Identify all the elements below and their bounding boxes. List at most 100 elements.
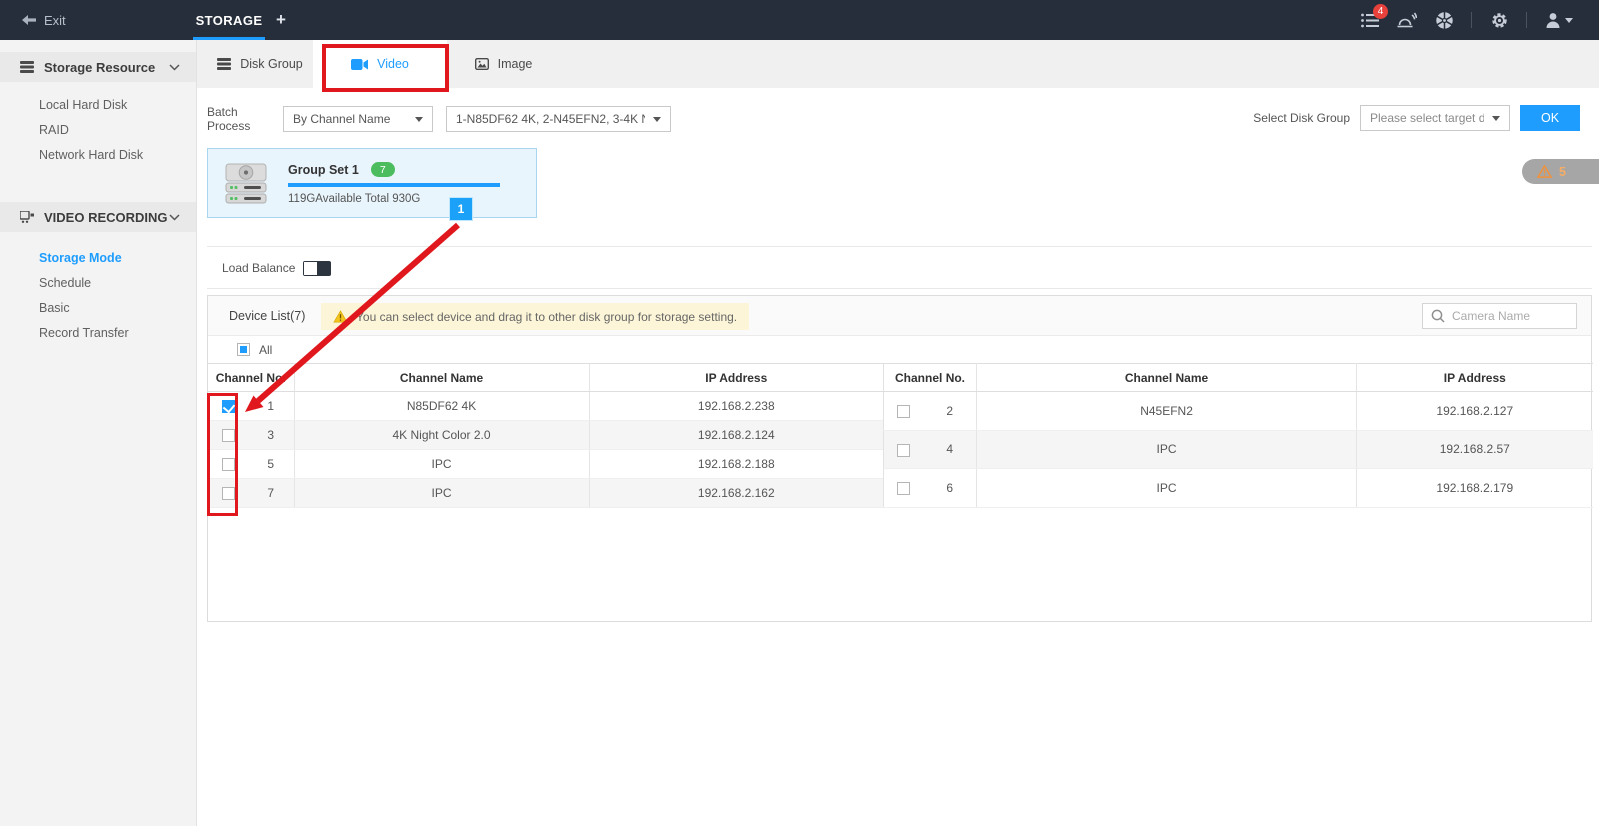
user-menu-button[interactable] bbox=[1544, 10, 1574, 30]
table-row[interactable]: 1 N85DF62 4K 192.168.2.238 bbox=[208, 392, 883, 421]
tab-label: Image bbox=[498, 57, 533, 71]
camera-search-box[interactable] bbox=[1422, 303, 1577, 329]
topbar-separator bbox=[1471, 12, 1472, 28]
device-list-header: Device List(7) You can select device and… bbox=[208, 296, 1591, 336]
column-header-channel-no: Channel No. bbox=[208, 364, 294, 392]
column-header-channel-name: Channel Name bbox=[977, 364, 1357, 392]
add-tab-button[interactable]: + bbox=[276, 0, 286, 40]
drag-count-badge: 1 bbox=[450, 198, 472, 220]
batch-process-label: Batch Process bbox=[207, 105, 283, 133]
channel-no: 1 bbox=[248, 392, 294, 421]
sidebar-section-video-recording[interactable]: VIDEO RECORDING bbox=[0, 202, 196, 232]
table-row[interactable]: 4 IPC 192.168.2.57 bbox=[884, 430, 1593, 469]
warning-triangle-icon bbox=[333, 310, 348, 323]
channel-name: IPC bbox=[294, 450, 589, 479]
topbar-separator bbox=[1526, 12, 1527, 28]
row-checkbox[interactable] bbox=[897, 444, 910, 457]
batch-mode-value: By Channel Name bbox=[293, 112, 390, 126]
channel-name: IPC bbox=[977, 430, 1357, 469]
row-checkbox[interactable] bbox=[897, 482, 910, 495]
exit-button[interactable]: Exit bbox=[22, 0, 66, 40]
disk-group-tab-icon bbox=[217, 58, 231, 70]
channel-tables: Channel No. Channel Name IP Address 1 N8… bbox=[208, 363, 1591, 508]
maintenance-wheel-button[interactable] bbox=[1434, 10, 1454, 30]
ok-button[interactable]: OK bbox=[1520, 105, 1580, 131]
exit-label: Exit bbox=[44, 13, 66, 28]
storage-tab-label: STORAGE bbox=[196, 13, 263, 28]
top-bar: Exit STORAGE + 4 bbox=[0, 0, 1599, 40]
capacity-text: 119GAvailable Total 930G bbox=[288, 193, 420, 205]
row-checkbox[interactable] bbox=[222, 400, 235, 413]
row-checkbox[interactable] bbox=[897, 405, 910, 418]
notification-badge: 4 bbox=[1373, 4, 1388, 19]
chevron-down-icon bbox=[1492, 116, 1500, 121]
chevron-down-icon bbox=[1565, 18, 1573, 23]
load-balance-row: Load Balance bbox=[222, 255, 331, 281]
channel-no: 2 bbox=[924, 392, 977, 431]
sidebar-section-storage-resource[interactable]: Storage Resource bbox=[0, 52, 196, 82]
channel-name: N45EFN2 bbox=[977, 392, 1357, 431]
row-checkbox[interactable] bbox=[222, 458, 235, 471]
row-checkbox[interactable] bbox=[222, 429, 235, 442]
wheel-icon bbox=[1435, 11, 1454, 30]
ip-address: 192.168.2.188 bbox=[589, 450, 883, 479]
toggle-knob bbox=[304, 262, 317, 275]
alarm-button[interactable] bbox=[1397, 10, 1417, 30]
column-header-ip-address: IP Address bbox=[1357, 364, 1593, 392]
select-all-checkbox[interactable] bbox=[237, 343, 250, 356]
tab-storage[interactable]: STORAGE bbox=[193, 0, 265, 40]
capacity-progress-bar bbox=[288, 183, 500, 187]
tab-disk-group[interactable]: Disk Group bbox=[207, 40, 313, 88]
disk-group-card[interactable]: Group Set 1 7 119GAvailable Total 930G bbox=[207, 148, 537, 218]
video-recording-icon bbox=[20, 211, 34, 223]
load-balance-label: Load Balance bbox=[222, 261, 303, 275]
settings-button[interactable] bbox=[1489, 10, 1509, 30]
tab-video[interactable]: Video bbox=[313, 40, 447, 88]
channel-name: N85DF62 4K bbox=[294, 392, 589, 421]
camera-search-input[interactable] bbox=[1452, 309, 1562, 323]
device-list-panel: Device List(7) You can select device and… bbox=[207, 295, 1592, 622]
gear-icon bbox=[1490, 11, 1509, 30]
image-tab-icon bbox=[475, 58, 489, 70]
topbar-icon-group: 4 bbox=[1360, 0, 1574, 40]
ip-address: 192.168.2.162 bbox=[589, 479, 883, 508]
video-tab-icon bbox=[351, 59, 368, 70]
table-row[interactable]: 7 IPC 192.168.2.162 bbox=[208, 479, 883, 508]
sidebar-item-local-hard-disk[interactable]: Local Hard Disk bbox=[0, 93, 196, 118]
main-content: Batch Process By Channel Name 1-N85DF62 … bbox=[197, 88, 1599, 826]
divider bbox=[207, 246, 1592, 247]
alert-drawer-tab[interactable]: 5 bbox=[1522, 159, 1599, 184]
sidebar: Storage Resource Local Hard Disk RAID Ne… bbox=[0, 40, 197, 826]
table-row[interactable]: 3 4K Night Color 2.0 192.168.2.124 bbox=[208, 421, 883, 450]
search-icon bbox=[1431, 309, 1445, 323]
task-list-button[interactable]: 4 bbox=[1360, 10, 1380, 30]
content-tab-bar: Disk Group Video Image bbox=[197, 40, 1599, 88]
sidebar-item-record-transfer[interactable]: Record Transfer bbox=[0, 321, 196, 346]
video-recording-items: Storage Mode Schedule Basic Record Trans… bbox=[0, 232, 196, 360]
back-arrow-icon bbox=[22, 15, 36, 25]
table-row[interactable]: 2 N45EFN2 192.168.2.127 bbox=[884, 392, 1593, 431]
table-row[interactable]: 6 IPC 192.168.2.179 bbox=[884, 469, 1593, 508]
sidebar-item-basic[interactable]: Basic bbox=[0, 296, 196, 321]
target-disk-group-select[interactable]: Please select target disk ... bbox=[1360, 105, 1510, 131]
tab-label: Disk Group bbox=[240, 57, 303, 71]
table-row[interactable]: 5 IPC 192.168.2.188 bbox=[208, 450, 883, 479]
batch-channels-select[interactable]: 1-N85DF62 4K, 2-N45EFN2, 3-4K Night Co..… bbox=[446, 106, 671, 132]
select-all-label: All bbox=[259, 343, 272, 357]
column-header-channel-name: Channel Name bbox=[294, 364, 589, 392]
tab-image[interactable]: Image bbox=[447, 40, 560, 88]
column-header-ip-address: IP Address bbox=[589, 364, 883, 392]
sidebar-item-schedule[interactable]: Schedule bbox=[0, 271, 196, 296]
row-checkbox[interactable] bbox=[222, 487, 235, 500]
load-balance-toggle[interactable] bbox=[303, 261, 331, 276]
batch-process-toolbar: Batch Process By Channel Name 1-N85DF62 … bbox=[207, 105, 671, 133]
sidebar-item-network-hard-disk[interactable]: Network Hard Disk bbox=[0, 143, 196, 168]
sidebar-item-storage-mode[interactable]: Storage Mode bbox=[0, 246, 196, 271]
hard-disk-icon bbox=[221, 163, 271, 205]
channel-table-left: Channel No. Channel Name IP Address 1 N8… bbox=[208, 363, 883, 508]
batch-mode-select[interactable]: By Channel Name bbox=[283, 106, 433, 132]
channel-no: 4 bbox=[924, 430, 977, 469]
select-all-row: All bbox=[208, 336, 1591, 363]
sidebar-item-raid[interactable]: RAID bbox=[0, 118, 196, 143]
channel-name: IPC bbox=[977, 469, 1357, 508]
